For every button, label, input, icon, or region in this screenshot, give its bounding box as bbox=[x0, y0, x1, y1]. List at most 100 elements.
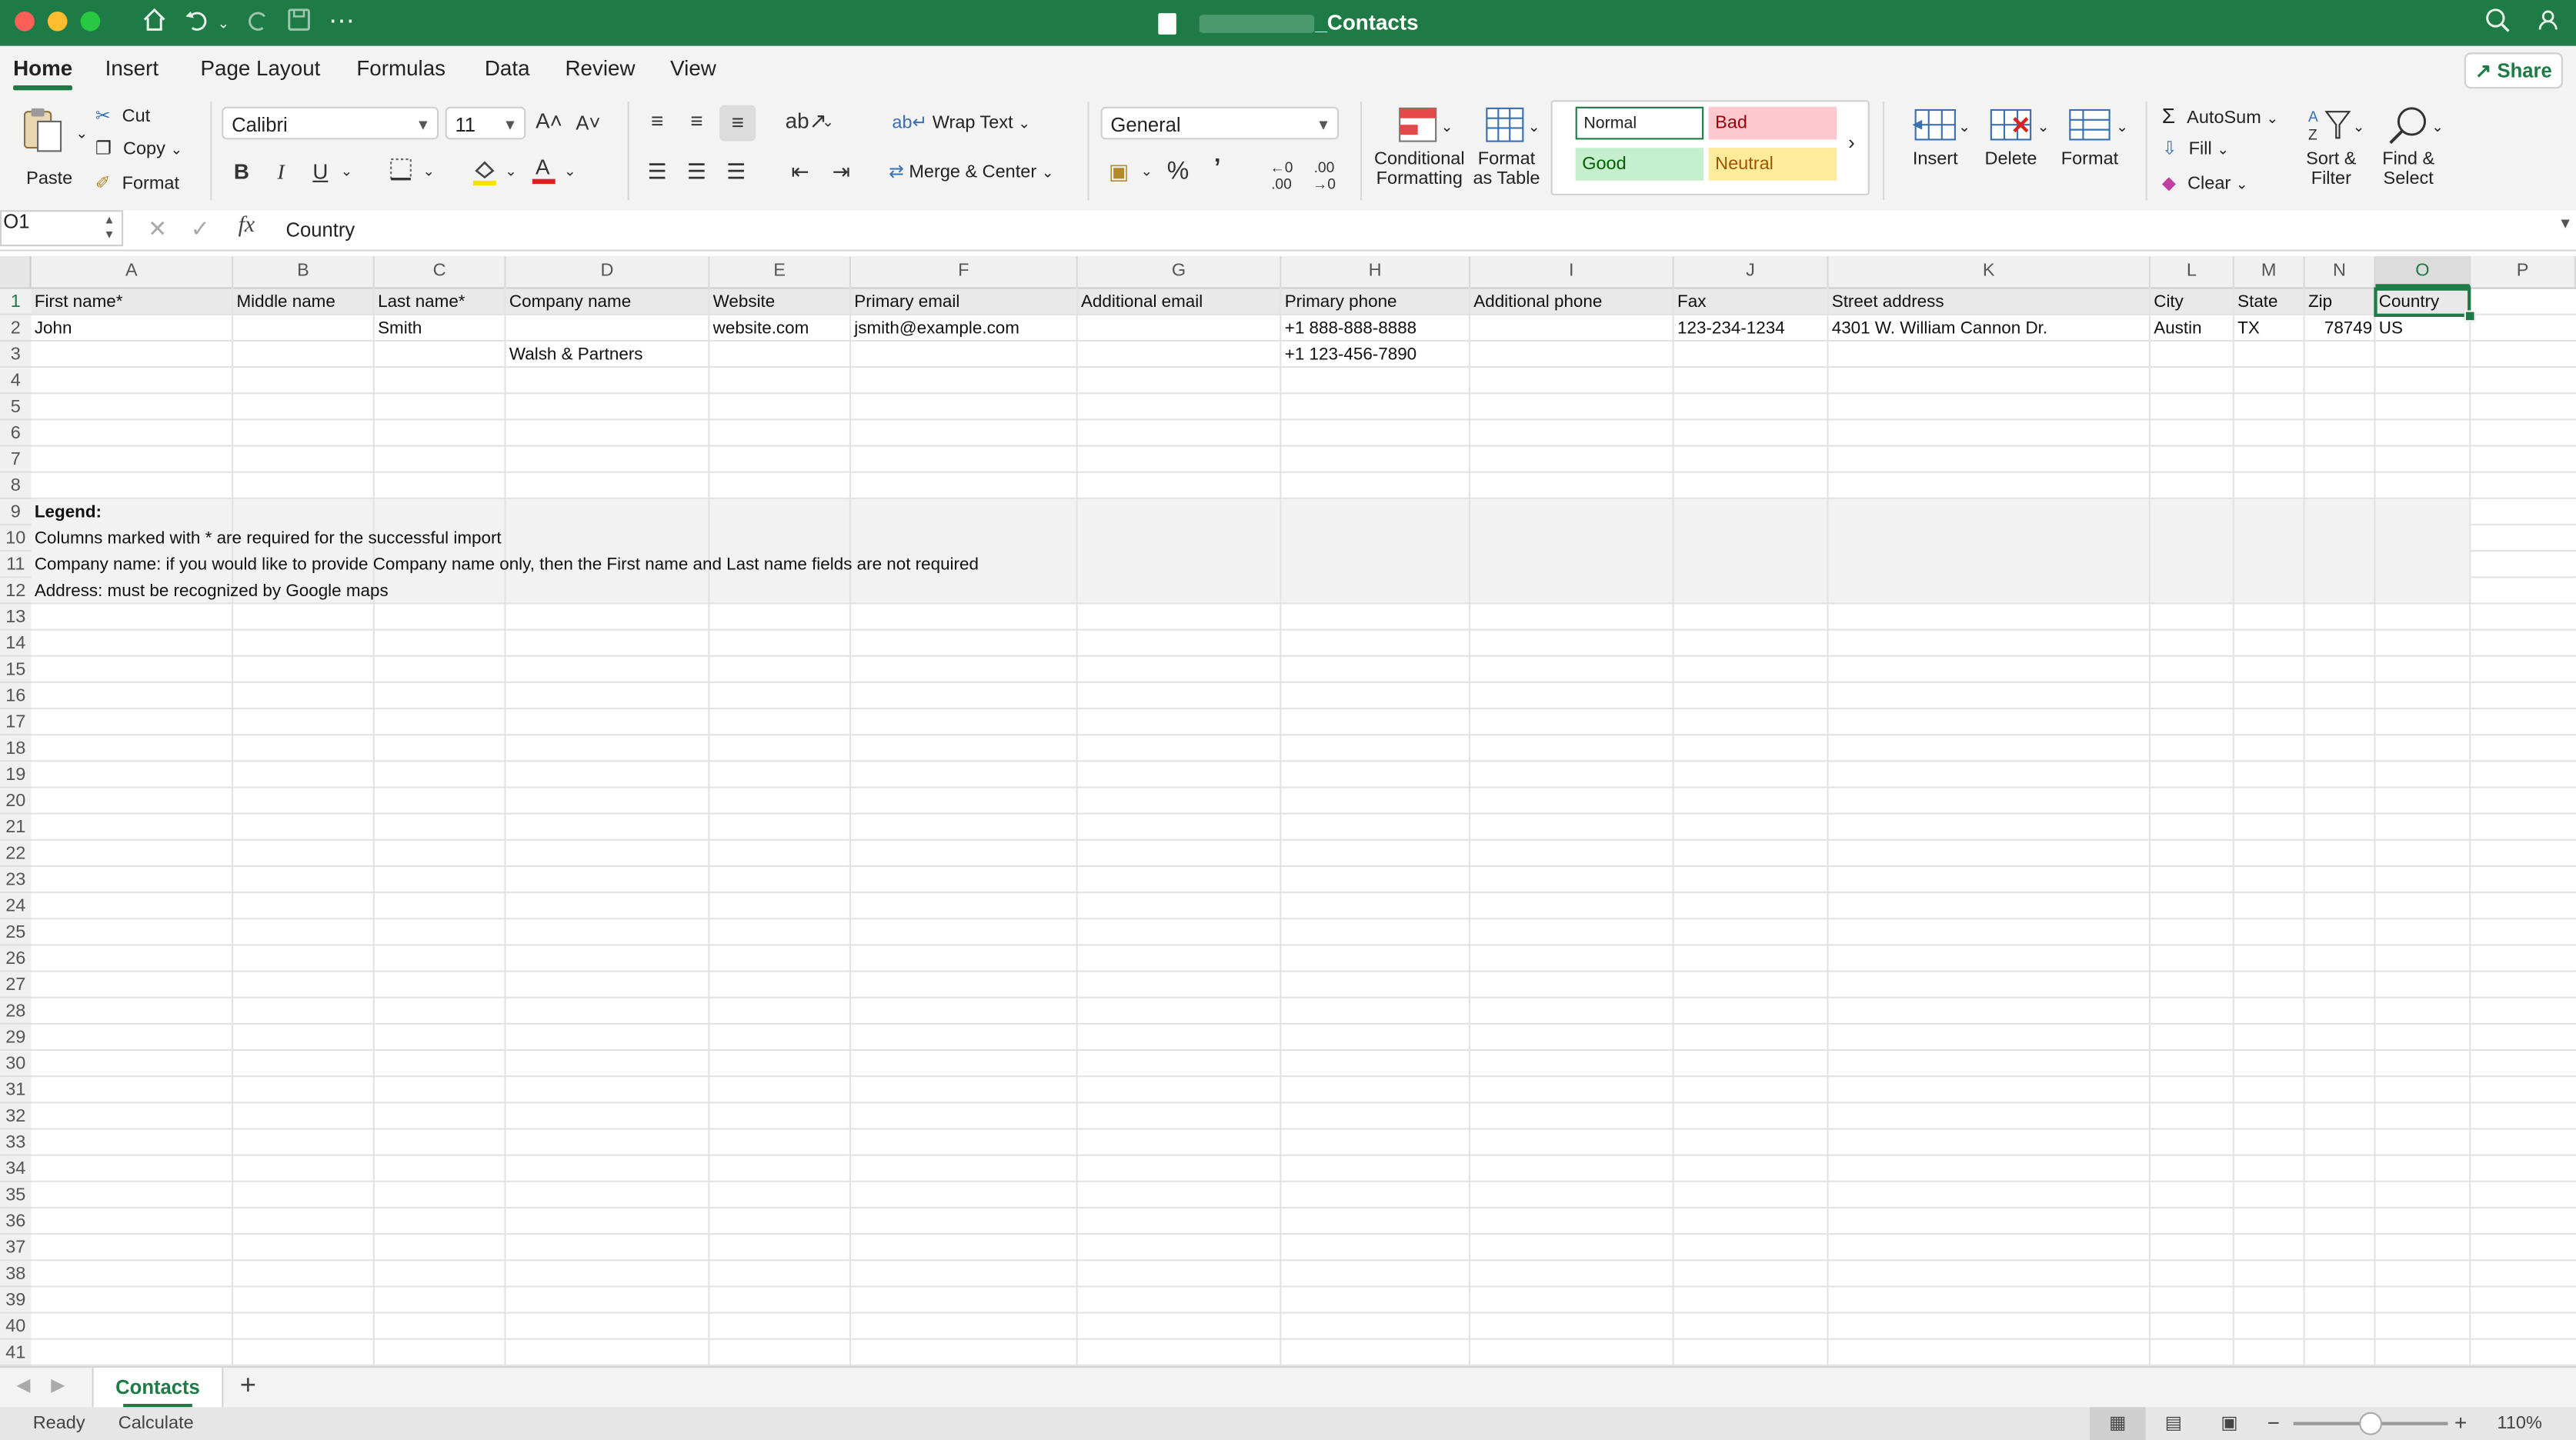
row-header-41[interactable]: 41 bbox=[0, 1339, 32, 1366]
cell-k1[interactable]: Street address bbox=[1828, 289, 2150, 315]
add-sheet-button[interactable]: + bbox=[240, 1369, 256, 1402]
zoom-out-icon[interactable]: − bbox=[2267, 1407, 2280, 1440]
cell-i1[interactable]: Additional phone bbox=[1470, 289, 1674, 315]
increase-indent-icon[interactable]: ⇥ bbox=[826, 159, 856, 185]
row-header-13[interactable]: 13 bbox=[0, 604, 32, 631]
row-header-34[interactable]: 34 bbox=[0, 1155, 32, 1182]
delete-cells-button[interactable]: ⌄ Delete bbox=[1975, 105, 2050, 204]
status-calculate[interactable]: Calculate bbox=[118, 1407, 194, 1440]
cell-a9[interactable]: Legend: bbox=[32, 499, 102, 525]
fill-button[interactable]: ⇩ Fill ⌄ bbox=[2162, 138, 2229, 159]
row-header-39[interactable]: 39 bbox=[0, 1287, 32, 1314]
column-header-p[interactable]: P bbox=[2471, 255, 2576, 288]
row-header-12[interactable]: 12 bbox=[0, 578, 32, 605]
orientation-dropdown-chevron-icon[interactable]: ⌄ bbox=[819, 113, 836, 131]
row-header-36[interactable]: 36 bbox=[0, 1208, 32, 1235]
cell-m2[interactable]: TX bbox=[2234, 315, 2305, 342]
format-painter-button[interactable]: ✐ Format bbox=[95, 172, 179, 194]
cell-n2[interactable]: 78749 bbox=[2305, 315, 2376, 342]
row-header-1[interactable]: 1 bbox=[0, 288, 32, 315]
row-header-5[interactable]: 5 bbox=[0, 394, 32, 421]
cell-d3[interactable]: Walsh & Partners bbox=[506, 342, 710, 368]
column-header-a[interactable]: A bbox=[32, 255, 234, 288]
merge-center-button[interactable]: ⇄ Merge & Center ⌄ bbox=[889, 161, 1054, 182]
cell-g1[interactable]: Additional email bbox=[1078, 289, 1282, 315]
cell-a12[interactable]: Address: must be recognized by Google ma… bbox=[32, 578, 389, 604]
cell-l2[interactable]: Austin bbox=[2151, 315, 2234, 342]
cell-a11[interactable]: Company name: if you would like to provi… bbox=[32, 552, 979, 578]
bold-button[interactable]: B bbox=[230, 159, 253, 184]
cell-c1[interactable]: Last name* bbox=[375, 289, 506, 315]
cell-o2[interactable]: US bbox=[2375, 315, 2471, 342]
zoom-slider-thumb[interactable] bbox=[2359, 1412, 2383, 1435]
row-header-25[interactable]: 25 bbox=[0, 919, 32, 946]
fill-color-dropdown-chevron-icon[interactable]: ⌄ bbox=[502, 162, 519, 180]
tab-page-layout[interactable]: Page Layout bbox=[200, 56, 320, 81]
active-cell-selection[interactable] bbox=[2374, 287, 2471, 317]
row-header-9[interactable]: 9 bbox=[0, 498, 32, 526]
align-top-icon[interactable]: ≡ bbox=[644, 108, 670, 133]
column-header-h[interactable]: H bbox=[1281, 255, 1471, 288]
row-header-7[interactable]: 7 bbox=[0, 446, 32, 473]
cell-h1[interactable]: Primary phone bbox=[1281, 289, 1470, 315]
cell-b1[interactable]: Middle name bbox=[233, 289, 375, 315]
row-header-8[interactable]: 8 bbox=[0, 472, 32, 499]
search-icon[interactable] bbox=[2481, 7, 2514, 40]
cell-a2[interactable]: John bbox=[32, 315, 234, 342]
cell-m1[interactable]: State bbox=[2234, 289, 2305, 315]
row-header-33[interactable]: 33 bbox=[0, 1129, 32, 1156]
worksheet-grid[interactable]: A B C D E F G H I J K L M N O P 1 2 3 4 5 6 7 8 9 10 11 12 13 14 15 16 1… bbox=[0, 255, 2576, 1366]
row-header-19[interactable]: 19 bbox=[0, 762, 32, 788]
share-button[interactable]: ↗ Share bbox=[2464, 52, 2563, 89]
tab-formulas[interactable]: Formulas bbox=[356, 56, 445, 81]
scroll-sheets-left-icon[interactable]: ◀ bbox=[16, 1375, 30, 1396]
cell-c2[interactable]: Smith bbox=[375, 315, 506, 342]
paste-button[interactable]: ⌄ Paste bbox=[13, 102, 88, 200]
currency-format-icon[interactable]: ▣ bbox=[1104, 159, 1133, 185]
format-as-table-button[interactable]: ⌄ Format as Table bbox=[1472, 105, 1541, 204]
row-header-31[interactable]: 31 bbox=[0, 1077, 32, 1104]
row-header-4[interactable]: 4 bbox=[0, 368, 32, 395]
format-cells-button[interactable]: ⌄ Format bbox=[2054, 105, 2128, 204]
cell-j2[interactable]: 123-234-1234 bbox=[1674, 315, 1829, 342]
style-neutral[interactable]: Neutral bbox=[1708, 148, 1837, 181]
align-left-icon[interactable]: ☰ bbox=[644, 159, 670, 185]
cell-h3[interactable]: +1 123-456-7890 bbox=[1281, 342, 1470, 368]
borders-icon[interactable] bbox=[388, 158, 414, 185]
select-all-corner[interactable] bbox=[0, 255, 32, 288]
row-header-28[interactable]: 28 bbox=[0, 998, 32, 1025]
autosum-button[interactable]: Σ AutoSum ⌄ bbox=[2162, 103, 2279, 128]
row-header-37[interactable]: 37 bbox=[0, 1235, 32, 1262]
column-header-e[interactable]: E bbox=[709, 255, 852, 288]
conditional-formatting-button[interactable]: ⌄ Conditional Formatting bbox=[1373, 105, 1466, 204]
row-header-23[interactable]: 23 bbox=[0, 867, 32, 894]
row-header-40[interactable]: 40 bbox=[0, 1313, 32, 1340]
row-header-38[interactable]: 38 bbox=[0, 1261, 32, 1288]
column-header-g[interactable]: G bbox=[1078, 255, 1282, 288]
cell-f2[interactable]: jsmith@example.com bbox=[851, 315, 1078, 342]
column-header-c[interactable]: C bbox=[375, 255, 506, 288]
increase-font-size-icon[interactable]: A˄ bbox=[536, 108, 562, 133]
row-header-20[interactable]: 20 bbox=[0, 788, 32, 815]
style-bad[interactable]: Bad bbox=[1708, 106, 1837, 140]
decrease-indent-icon[interactable]: ⇤ bbox=[786, 159, 815, 185]
column-header-o[interactable]: O bbox=[2375, 255, 2471, 288]
zoom-level[interactable]: 110% bbox=[2498, 1407, 2542, 1440]
account-icon[interactable] bbox=[2533, 7, 2566, 40]
styles-gallery-more-icon[interactable]: › bbox=[1848, 132, 1855, 155]
font-color-icon[interactable]: A bbox=[529, 155, 559, 192]
row-header-10[interactable]: 10 bbox=[0, 525, 32, 552]
row-header-3[interactable]: 3 bbox=[0, 341, 32, 368]
name-box-stepper-icon[interactable]: ▲ ▼ bbox=[104, 213, 115, 242]
cell-l1[interactable]: City bbox=[2151, 289, 2234, 315]
row-header-18[interactable]: 18 bbox=[0, 735, 32, 762]
row-header-11[interactable]: 11 bbox=[0, 552, 32, 578]
font-size-select[interactable]: 11 ▼ bbox=[445, 106, 526, 140]
row-header-21[interactable]: 21 bbox=[0, 814, 32, 841]
tab-view[interactable]: View bbox=[670, 56, 716, 81]
tab-data[interactable]: Data bbox=[485, 56, 530, 81]
decrease-font-size-icon[interactable]: A˅ bbox=[575, 112, 601, 135]
cancel-entry-icon[interactable]: ✕ bbox=[148, 215, 167, 243]
paste-dropdown-chevron-icon[interactable]: ⌄ bbox=[75, 125, 88, 142]
font-color-dropdown-chevron-icon[interactable]: ⌄ bbox=[562, 162, 578, 180]
